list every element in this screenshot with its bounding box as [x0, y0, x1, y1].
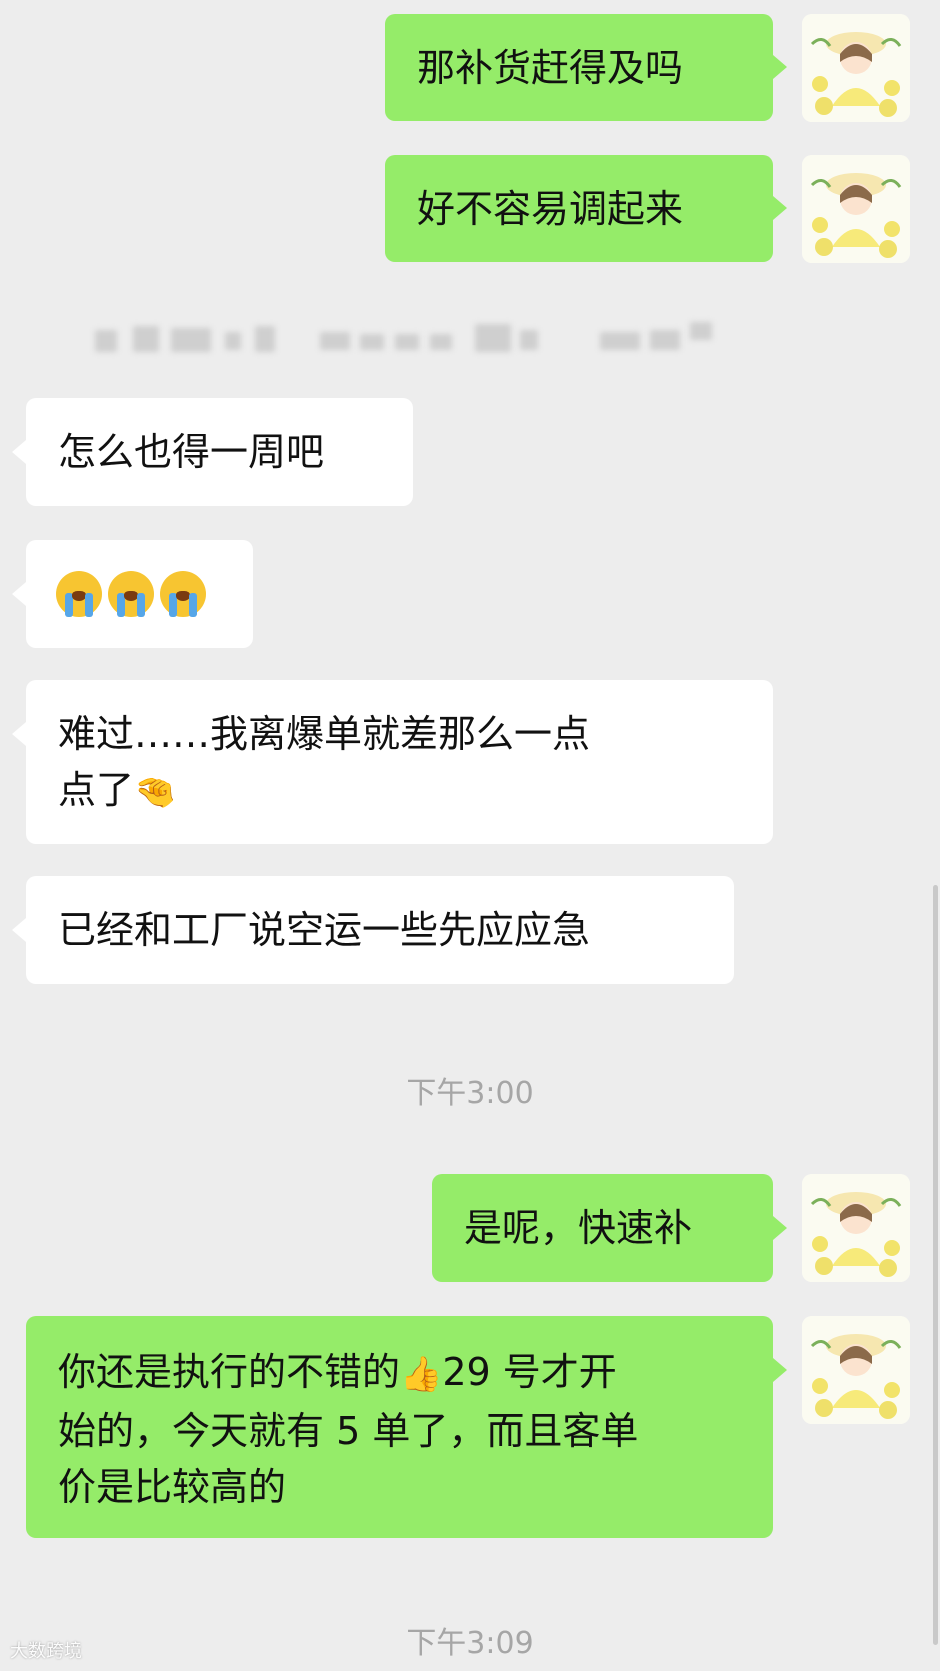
message-bubble-sent[interactable]: 是呢，快速补	[432, 1174, 773, 1282]
bubble-tail	[12, 918, 26, 942]
message-bubble-received[interactable]	[26, 540, 253, 648]
message-text-line: 你还是执行的不错的👍29 号才开	[58, 1350, 617, 1395]
avatar[interactable]	[802, 14, 910, 122]
bubble-tail	[773, 1216, 787, 1240]
girl-with-flowers-avatar-icon	[802, 14, 910, 122]
message-bubble-received[interactable]: 难过……我离爆单就差那么一点 点了🤏	[26, 680, 773, 844]
message-text-line: 难过……我离爆单就差那么一点	[58, 712, 591, 756]
message-bubble-sent[interactable]: 你还是执行的不错的👍29 号才开 始的，今天就有 5 单了，而且客单 价是比较高…	[26, 1316, 773, 1538]
loudly-crying-face-icon	[108, 571, 154, 617]
loudly-crying-face-icon	[160, 571, 206, 617]
girl-with-flowers-avatar-icon	[802, 155, 910, 263]
bubble-tail	[12, 722, 26, 746]
pinching-hand-icon: 🤏	[134, 772, 177, 813]
avatar[interactable]	[802, 155, 910, 263]
redacted-system-notice	[95, 318, 735, 358]
watermark: 大数跨境	[10, 1641, 82, 1662]
loudly-crying-face-icon	[56, 571, 102, 617]
message-text: 那补货赶得及吗	[417, 45, 684, 90]
bubble-tail	[12, 582, 26, 606]
message-bubble-sent[interactable]: 好不容易调起来	[385, 155, 773, 262]
chat-window: 那补货赶得及吗 好不容易调起来 怎么也得一周吧 难过……我离爆单就差那么一点 点…	[0, 0, 940, 1671]
message-text: 怎么也得一周吧	[58, 430, 325, 474]
message-text-line: 价是比较高的	[58, 1464, 287, 1509]
message-text: 已经和工厂说空运一些先应应急	[58, 908, 591, 952]
scrollbar[interactable]	[933, 885, 938, 1645]
timestamp: 下午3:09	[406, 1626, 534, 1661]
timestamp: 下午3:00	[406, 1076, 534, 1111]
girl-with-flowers-avatar-icon	[802, 1316, 910, 1424]
bubble-tail	[12, 440, 26, 464]
thumbs-up-icon: 👍	[400, 1354, 443, 1395]
bubble-tail	[773, 1358, 787, 1382]
avatar[interactable]	[802, 1316, 910, 1424]
message-bubble-received[interactable]: 已经和工厂说空运一些先应应急	[26, 876, 734, 984]
message-text-line: 点了🤏	[58, 768, 177, 813]
bubble-tail	[773, 196, 787, 220]
girl-with-flowers-avatar-icon	[802, 1174, 910, 1282]
bubble-tail	[773, 55, 787, 79]
avatar[interactable]	[802, 1174, 910, 1282]
message-text-line: 始的，今天就有 5 单了，而且客单	[58, 1408, 639, 1453]
message-bubble-sent[interactable]: 那补货赶得及吗	[385, 14, 773, 121]
message-text: 是呢，快速补	[464, 1206, 693, 1250]
message-bubble-received[interactable]: 怎么也得一周吧	[26, 398, 413, 506]
message-text: 好不容易调起来	[417, 186, 684, 231]
